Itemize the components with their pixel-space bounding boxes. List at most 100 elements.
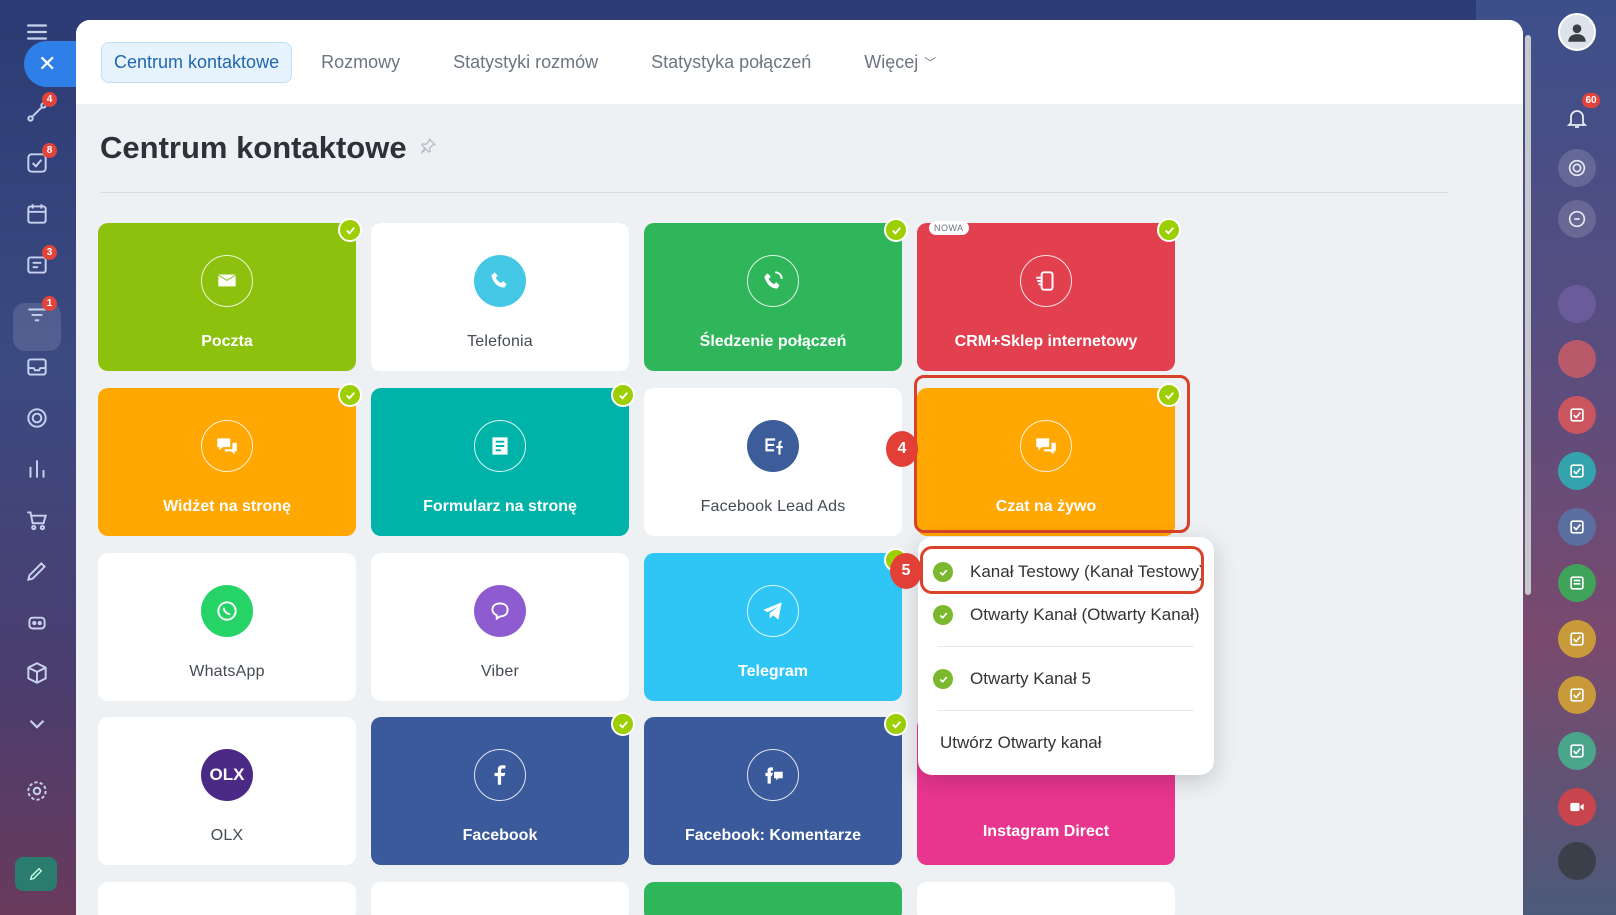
bell-icon[interactable]: 60 [1558,93,1600,137]
chat-search-icon[interactable] [1558,200,1596,238]
connected-check-icon [338,218,362,242]
active-check-icon [933,669,953,689]
rocket-icon[interactable] [15,857,57,891]
chevron-down-icon: ﹀ [924,55,937,70]
tile-facebook-komentarze[interactable]: Facebook: Komentarze [644,712,908,865]
tab-label: Statystyka połączeń [651,51,812,72]
package-icon[interactable] [21,657,53,689]
tasks-badge: 8 [42,143,57,158]
right-sidebar: 60 [1540,0,1616,915]
tile-facebook[interactable]: Facebook [371,712,635,865]
call-tracking-icon [747,255,799,307]
tile-label: Facebook [462,827,538,844]
tab-label: Rozmowy [321,51,401,72]
highlight-frame-czat [914,375,1190,533]
task-chat-icon[interactable] [1558,396,1596,434]
tile-partial [644,882,902,915]
inbox-icon[interactable] [21,351,53,383]
task-chat-icon[interactable] [1558,452,1596,490]
contact-avatar[interactable] [1558,842,1596,880]
feed-badge: 4 [42,92,57,107]
notifications-badge: 60 [1582,93,1600,108]
envelope-icon [201,255,253,307]
user-avatar[interactable] [1558,13,1596,51]
video-call-icon[interactable] [1558,788,1596,826]
feed-icon[interactable]: 4 [21,92,57,128]
tile-label: Facebook Lead Ads [700,498,846,515]
tile-telegram[interactable]: Telegram [644,548,908,701]
tile-formularz-na-strone[interactable]: Formularz na stronę [371,383,635,536]
tile-partial [371,882,629,915]
chevron-down-icon[interactable] [21,708,53,740]
tile-label: CRM+Sklep internetowy [954,333,1138,350]
tile-label: Telegram [738,663,808,680]
facebook-comments-icon [747,749,799,801]
dropdown-separator [938,710,1194,711]
tile-label: Instagram Direct [982,823,1110,840]
step-marker-4: 4 [886,431,918,467]
tile-partial [98,882,356,915]
settings-gear-icon[interactable] [21,775,53,807]
tile-whatsapp[interactable]: WhatsApp [98,553,356,701]
dropdown-create-channel[interactable]: Utwórz Otwarty kanał [918,728,1214,758]
tab-wiecej[interactable]: Więcej ﹀ [852,43,948,82]
tab-statystyki-rozmow[interactable]: Statystyki rozmów [441,43,610,82]
tab-label: Centrum kontaktowe [114,51,280,72]
tile-poczta[interactable]: Poczta [98,218,362,371]
tab-rozmowy[interactable]: Rozmowy [309,43,412,82]
dropdown-item-label: Otwarty Kanał (Otwarty Kanał) [970,605,1200,624]
form-icon [474,420,526,472]
connected-check-icon [884,712,908,736]
contact-avatar[interactable] [1558,340,1596,378]
shop-cart-icon[interactable] [21,504,53,536]
tile-label: Formularz na stronę [423,498,577,515]
create-channel-label: Utwórz Otwarty kanał [940,733,1102,752]
tile-label: Poczta [201,333,253,350]
robot-icon[interactable] [21,606,53,638]
tile-label: WhatsApp [189,663,265,680]
tile-telefonia[interactable]: Telefonia [371,223,629,371]
viber-icon [474,585,526,637]
task-chat-icon[interactable] [1558,732,1596,770]
whatsapp-icon [201,585,253,637]
scrollbar[interactable] [1525,35,1531,595]
olx-icon: OLX [201,749,253,801]
task-chat-icon[interactable] [1558,508,1596,546]
connected-check-icon [1157,218,1181,242]
new-badge: NOWA [929,221,969,235]
pin-icon[interactable] [419,137,437,160]
crm-badge: 1 [42,296,57,311]
crm-funnel-icon[interactable]: 1 [21,296,57,332]
contact-avatar[interactable] [1558,285,1596,323]
task-chat-icon[interactable] [1558,676,1596,714]
tasks-icon[interactable]: 8 [21,143,57,179]
tile-viber[interactable]: Viber [371,553,629,701]
dropdown-item-otwarty-kanal-5[interactable]: Otwarty Kanał 5 [918,664,1214,694]
target-icon[interactable] [1558,149,1596,187]
connected-check-icon [611,712,635,736]
task-chat-icon[interactable] [1558,620,1596,658]
tab-label: Statystyki rozmów [453,51,599,72]
tile-crm-sklep[interactable]: NOWA CRM+Sklep internetowy [917,218,1181,371]
analytics-icon[interactable] [21,453,53,485]
tile-sledzenie-polaczen[interactable]: Śledzenie połączeń [644,218,908,371]
tab-label: Więcej [864,51,919,72]
dropdown-separator [938,646,1194,647]
sign-icon[interactable] [21,555,53,587]
phone-icon [474,255,526,307]
tile-widzet-na-strone[interactable]: Widżet na stronę [98,383,362,536]
tile-facebook-lead-ads[interactable]: Facebook Lead Ads [644,388,902,536]
document-chat-icon[interactable] [1558,564,1596,602]
active-check-icon [933,605,953,625]
close-slider-button[interactable]: ✕ [24,41,84,87]
messages-icon[interactable]: 3 [21,245,57,281]
tab-centrum-kontaktowe[interactable]: Centrum kontaktowe [101,41,293,83]
connected-check-icon [611,383,635,407]
dropdown-item-otwarty-kanal[interactable]: Otwarty Kanał (Otwarty Kanał) [918,600,1214,630]
calendar-icon[interactable] [21,198,53,230]
tab-statystyka-polaczen[interactable]: Statystyka połączeń [639,43,823,82]
tile-olx[interactable]: OLX OLX [98,717,356,865]
target-icon[interactable] [21,402,53,434]
page-title: Centrum kontaktowe [100,130,407,165]
highlight-frame-kanal-testowy [920,546,1204,594]
